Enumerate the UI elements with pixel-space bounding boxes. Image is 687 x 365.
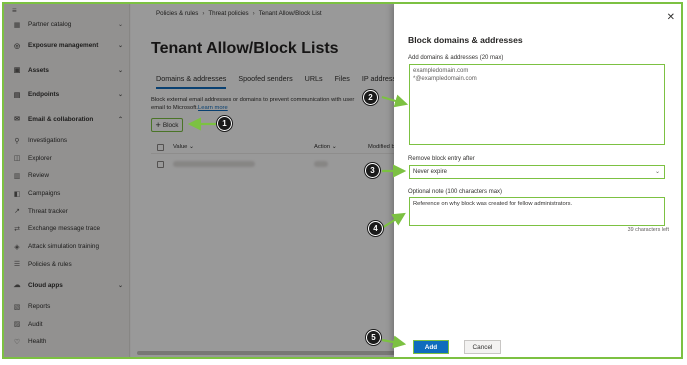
- expire-dropdown[interactable]: Never expire ⌄: [409, 165, 665, 179]
- close-icon[interactable]: ✕: [667, 12, 675, 23]
- expire-value: Never expire: [413, 169, 448, 175]
- modal-overlay: [4, 4, 398, 357]
- add-button[interactable]: Add: [413, 340, 449, 354]
- expire-label: Remove block entry after: [408, 156, 475, 162]
- callout-1: 1: [217, 116, 232, 131]
- note-textarea[interactable]: Reference on why block was created for f…: [409, 197, 665, 226]
- screenshot-frame: ≡ ▦ Partner catalog ⌄ ◎ Exposure management ⌄…: [2, 2, 683, 359]
- block-flyout-panel: ✕ Block domains & addresses Add domains …: [394, 4, 681, 357]
- domains-label: Add domains & addresses (20 max): [408, 55, 504, 61]
- callout-4: 4: [368, 221, 383, 236]
- domains-textarea[interactable]: exampledomain.com *@exampledomain.com: [409, 64, 665, 145]
- character-counter: 39 characters left: [627, 227, 669, 233]
- callout-2: 2: [363, 90, 378, 105]
- domain-entry: *@exampledomain.com: [413, 75, 477, 82]
- chevron-down-icon: ⌄: [654, 169, 660, 175]
- panel-title: Block domains & addresses: [408, 35, 523, 45]
- note-label: Optional note (100 characters max): [408, 189, 503, 195]
- callout-5: 5: [366, 330, 381, 345]
- domain-entry: exampledomain.com: [413, 68, 469, 74]
- callout-3: 3: [365, 163, 380, 178]
- cancel-button[interactable]: Cancel: [464, 340, 501, 354]
